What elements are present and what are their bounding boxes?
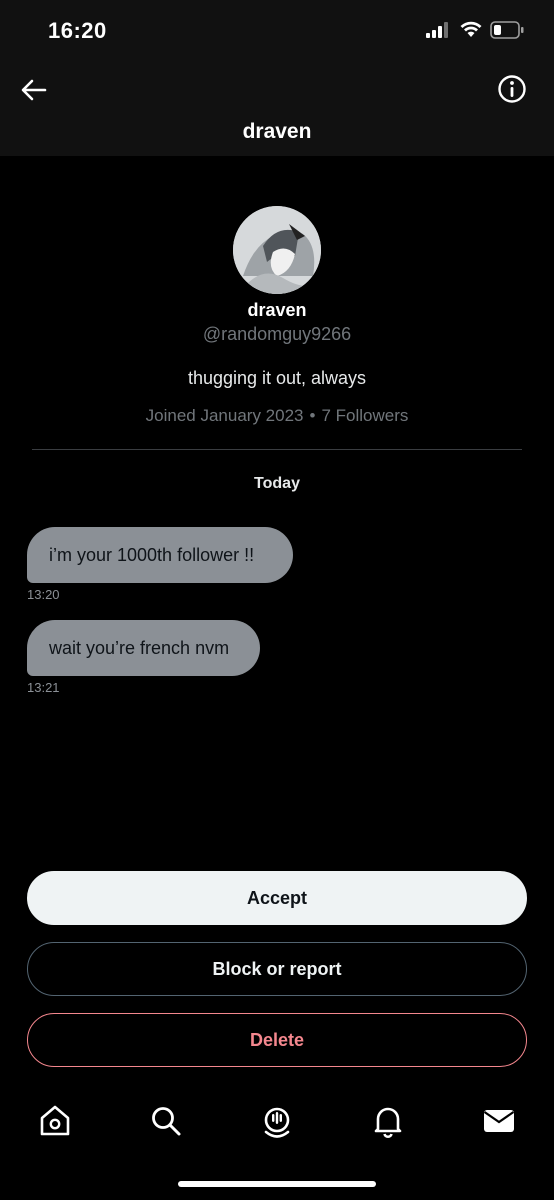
meta-separator: • [309, 406, 316, 425]
bell-icon[interactable] [370, 1103, 406, 1139]
delete-button[interactable]: Delete [27, 1013, 527, 1067]
conversation-header: draven [0, 60, 554, 156]
message-timestamp: 13:21 [27, 680, 60, 695]
back-arrow-icon[interactable] [18, 74, 50, 106]
block-or-report-button[interactable]: Block or report [27, 942, 527, 996]
info-icon[interactable] [496, 73, 528, 105]
battery-icon [490, 21, 524, 39]
status-bar: 16:20 [0, 0, 554, 60]
wifi-icon [460, 21, 482, 37]
divider [32, 449, 522, 450]
followers-count[interactable]: 7 Followers [321, 406, 408, 425]
spaces-icon[interactable] [259, 1103, 295, 1139]
avatar[interactable] [233, 206, 321, 294]
profile-meta: Joined January 2023 • 7 Followers [0, 406, 554, 426]
header-title: draven [242, 120, 312, 143]
cellular-signal-icon [426, 22, 448, 38]
home-indicator [178, 1181, 376, 1187]
accept-button[interactable]: Accept [27, 871, 527, 925]
message-timestamp: 13:20 [27, 587, 60, 602]
home-icon[interactable] [37, 1103, 73, 1139]
profile-bio: thugging it out, always [187, 368, 367, 388]
message-bubble[interactable]: i’m your 1000th follower !! [27, 527, 293, 583]
status-time: 16:20 [48, 18, 107, 43]
joined-date: Joined January 2023 [145, 406, 304, 425]
search-icon[interactable] [148, 1103, 184, 1139]
profile-handle: @randomguy9266 [202, 324, 352, 344]
message-bubble[interactable]: wait you’re french nvm [27, 620, 260, 676]
profile-name: draven [247, 300, 307, 320]
date-label: Today [254, 475, 300, 492]
mail-icon[interactable] [481, 1103, 517, 1139]
